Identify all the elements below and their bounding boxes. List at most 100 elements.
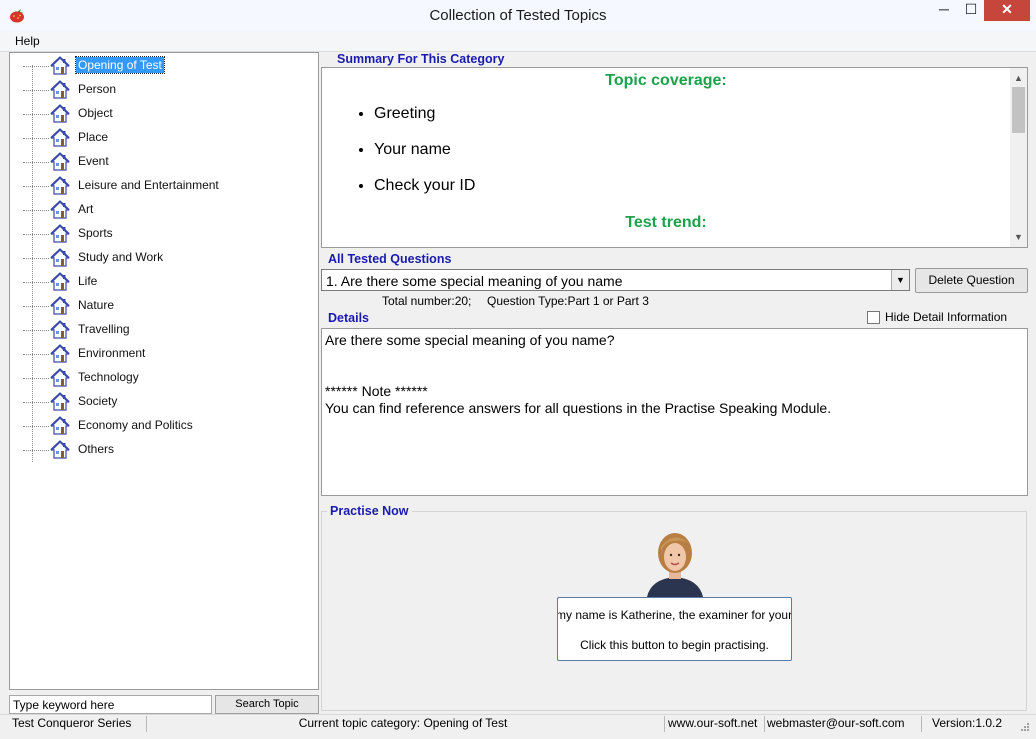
details-text[interactable]: Are there some special meaning of you na… xyxy=(321,328,1028,496)
tree-connector xyxy=(23,186,49,187)
details-note-heading: ****** Note ****** xyxy=(325,383,428,399)
tree-connector xyxy=(23,282,49,283)
tree-item-label: Sports xyxy=(78,226,113,240)
tree-item[interactable]: Opening of Test xyxy=(10,54,310,78)
tree-connector xyxy=(23,138,49,139)
tree-item-label: Economy and Politics xyxy=(78,418,193,432)
minimize-button[interactable]: ─ xyxy=(930,0,958,21)
tree-item[interactable]: Study and Work xyxy=(10,246,310,270)
tree-item[interactable]: Economy and Politics xyxy=(10,414,310,438)
scroll-up-icon[interactable]: ▲ xyxy=(1010,70,1027,86)
hide-detail-label[interactable]: Hide Detail Information xyxy=(885,310,1007,324)
house-icon xyxy=(50,440,70,460)
house-icon xyxy=(50,80,70,100)
delete-question-button[interactable]: Delete Question xyxy=(915,268,1028,293)
details-label: Details xyxy=(328,311,369,325)
menu-help[interactable]: Help xyxy=(15,34,40,48)
begin-practise-label: Click this button to begin practising. xyxy=(580,638,769,652)
summary-label: Summary For This Category xyxy=(337,52,505,66)
house-icon xyxy=(50,248,70,268)
tree-item[interactable]: Object xyxy=(10,102,310,126)
close-button[interactable]: ✕ xyxy=(984,0,1030,21)
house-icon xyxy=(50,392,70,412)
tree-item-label: Nature xyxy=(78,298,115,312)
coverage-item: Check your ID xyxy=(374,176,475,212)
status-version: Version:1.0.2 xyxy=(932,716,1003,730)
question-type: Question Type:Part 1 or Part 3 xyxy=(487,294,649,308)
tree-connector xyxy=(23,114,49,115)
question-select[interactable]: 1. Are there some special meaning of you… xyxy=(321,269,910,291)
maximize-button[interactable]: ☐ xyxy=(958,0,984,21)
tree-connector xyxy=(23,330,49,331)
tree-item-label: Person xyxy=(78,82,117,96)
house-icon xyxy=(50,152,70,172)
tree-connector xyxy=(23,402,49,403)
tree-item-label: Life xyxy=(78,274,98,288)
status-website[interactable]: www.our-soft.net xyxy=(668,716,765,732)
examiner-avatar xyxy=(641,527,709,597)
tree-item-label: Opening of Test xyxy=(75,56,165,74)
tree-connector xyxy=(23,378,49,379)
tree-item[interactable]: Place xyxy=(10,126,310,150)
search-input[interactable] xyxy=(9,695,212,714)
tree-item[interactable]: Others xyxy=(10,438,310,462)
questions-label: All Tested Questions xyxy=(328,252,452,266)
tree-item-label: Environment xyxy=(78,346,146,360)
tree-item-label: Art xyxy=(78,202,94,216)
tree-connector xyxy=(23,90,49,91)
hide-detail-checkbox[interactable] xyxy=(867,311,880,324)
tree-connector xyxy=(23,234,49,235)
begin-practise-button[interactable]: my name is Katherine, the examiner for y… xyxy=(557,597,792,661)
tree-item-label: Society xyxy=(78,394,118,408)
tree-item[interactable]: Person xyxy=(10,78,310,102)
house-icon xyxy=(50,344,70,364)
tree-connector xyxy=(23,450,49,451)
topic-tree[interactable]: Opening of Test Person Object Place Event Lei… xyxy=(9,52,319,690)
resize-grip-icon[interactable] xyxy=(1018,722,1030,734)
house-icon xyxy=(50,200,70,220)
tree-item[interactable]: Technology xyxy=(10,366,310,390)
house-icon xyxy=(50,416,70,436)
details-question: Are there some special meaning of you na… xyxy=(325,332,615,348)
house-icon xyxy=(50,320,70,340)
tree-connector xyxy=(23,162,49,163)
tree-item-label: Others xyxy=(78,442,115,456)
coverage-item: Greeting xyxy=(374,104,475,140)
status-email[interactable]: webmaster@our-soft.com xyxy=(767,716,922,732)
scroll-down-icon[interactable]: ▼ xyxy=(1010,229,1027,245)
tree-connector xyxy=(23,354,49,355)
examiner-intro: my name is Katherine, the examiner for y… xyxy=(557,608,792,622)
tree-item-label: Travelling xyxy=(78,322,130,336)
status-series: Test Conqueror Series xyxy=(12,716,147,732)
tree-item[interactable]: Environment xyxy=(10,342,310,366)
practise-label: Practise Now xyxy=(327,504,412,518)
tree-item[interactable]: Art xyxy=(10,198,310,222)
house-icon xyxy=(50,296,70,316)
tree-connector xyxy=(23,306,49,307)
summary-panel[interactable]: Topic coverage: Greeting Your name Check… xyxy=(321,67,1028,248)
tree-item[interactable]: Life xyxy=(10,270,310,294)
tree-item[interactable]: Nature xyxy=(10,294,310,318)
tree-connector xyxy=(23,66,49,67)
tree-item[interactable]: Society xyxy=(10,390,310,414)
tree-item[interactable]: Leisure and Entertainment xyxy=(10,174,310,198)
tree-item[interactable]: Travelling xyxy=(10,318,310,342)
tree-item[interactable]: Event xyxy=(10,150,310,174)
summary-scrollbar[interactable]: ▲ ▼ xyxy=(1010,68,1027,247)
house-icon xyxy=(50,56,70,76)
details-note-text: You can find reference answers for all q… xyxy=(325,400,832,416)
house-icon xyxy=(50,176,70,196)
tree-item-label: Technology xyxy=(78,370,139,384)
trend-heading: Test trend: xyxy=(625,214,707,231)
search-topic-button[interactable]: Search Topic xyxy=(215,695,319,714)
house-icon xyxy=(50,128,70,148)
dropdown-arrow-icon[interactable]: ▼ xyxy=(891,270,909,290)
tree-item-label: Event xyxy=(78,154,109,168)
tree-item-label: Place xyxy=(78,130,109,144)
house-icon xyxy=(50,272,70,292)
tree-item-label: Study and Work xyxy=(78,250,164,264)
tree-connector xyxy=(23,210,49,211)
scroll-thumb[interactable] xyxy=(1012,87,1025,133)
coverage-item: Your name xyxy=(374,140,475,176)
tree-item[interactable]: Sports xyxy=(10,222,310,246)
